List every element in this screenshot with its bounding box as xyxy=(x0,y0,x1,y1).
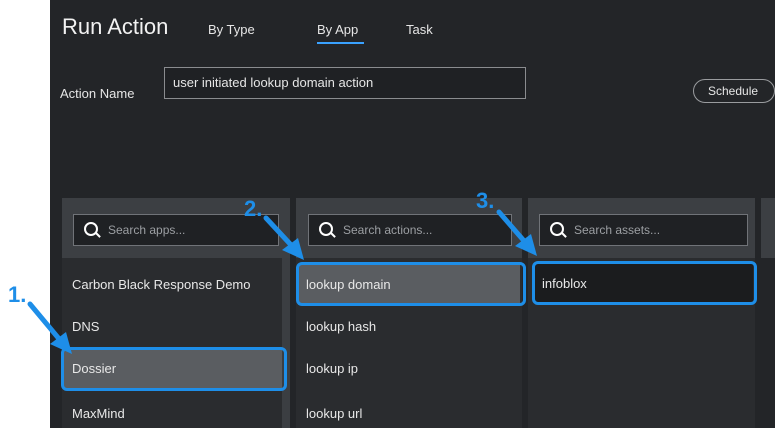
action-name-label: Action Name xyxy=(60,86,135,101)
run-action-panel: Run Action By Type By App Task Action Na… xyxy=(50,0,775,428)
app-item-carbon-black[interactable]: Carbon Black Response Demo xyxy=(64,265,282,305)
step-number-3: 3. xyxy=(476,188,495,213)
step-number-1: 1. xyxy=(8,282,27,307)
search-icon xyxy=(550,222,564,236)
arrow-step-3-icon xyxy=(496,209,537,256)
action-item-lookup-url[interactable]: lookup url xyxy=(298,394,520,428)
action-name-input[interactable]: user initiated lookup domain action xyxy=(164,67,526,99)
action-item-lookup-ip[interactable]: lookup ip xyxy=(298,349,520,389)
tab-by-app[interactable]: By App xyxy=(317,22,358,37)
action-item-lookup-domain[interactable]: lookup domain xyxy=(298,265,520,305)
search-actions-placeholder: Search actions... xyxy=(343,223,433,237)
search-icon xyxy=(84,222,98,236)
app-item-dns[interactable]: DNS xyxy=(64,307,282,347)
search-actions-input[interactable]: Search actions... xyxy=(308,214,512,246)
apps-scrollbar[interactable] xyxy=(282,258,290,428)
app-item-dossier[interactable]: Dossier xyxy=(64,349,282,389)
action-item-lookup-hash[interactable]: lookup hash xyxy=(298,307,520,347)
search-icon xyxy=(319,222,333,236)
schedule-button[interactable]: Schedule xyxy=(693,79,775,103)
tab-task[interactable]: Task xyxy=(406,22,433,37)
arrow-step-2-icon xyxy=(263,215,304,260)
extra-column-header xyxy=(761,198,775,258)
app-item-maxmind[interactable]: MaxMind xyxy=(64,394,282,428)
asset-item-infoblox[interactable]: infoblox xyxy=(534,264,753,304)
arrow-step-1-icon xyxy=(27,301,72,354)
active-tab-indicator xyxy=(317,42,364,44)
step-number-2: 2. xyxy=(244,196,263,221)
search-assets-placeholder: Search assets... xyxy=(574,223,661,237)
search-apps-placeholder: Search apps... xyxy=(108,223,186,237)
search-assets-input[interactable]: Search assets... xyxy=(539,214,748,246)
tab-by-type[interactable]: By Type xyxy=(208,22,255,37)
page-title: Run Action xyxy=(62,14,169,39)
